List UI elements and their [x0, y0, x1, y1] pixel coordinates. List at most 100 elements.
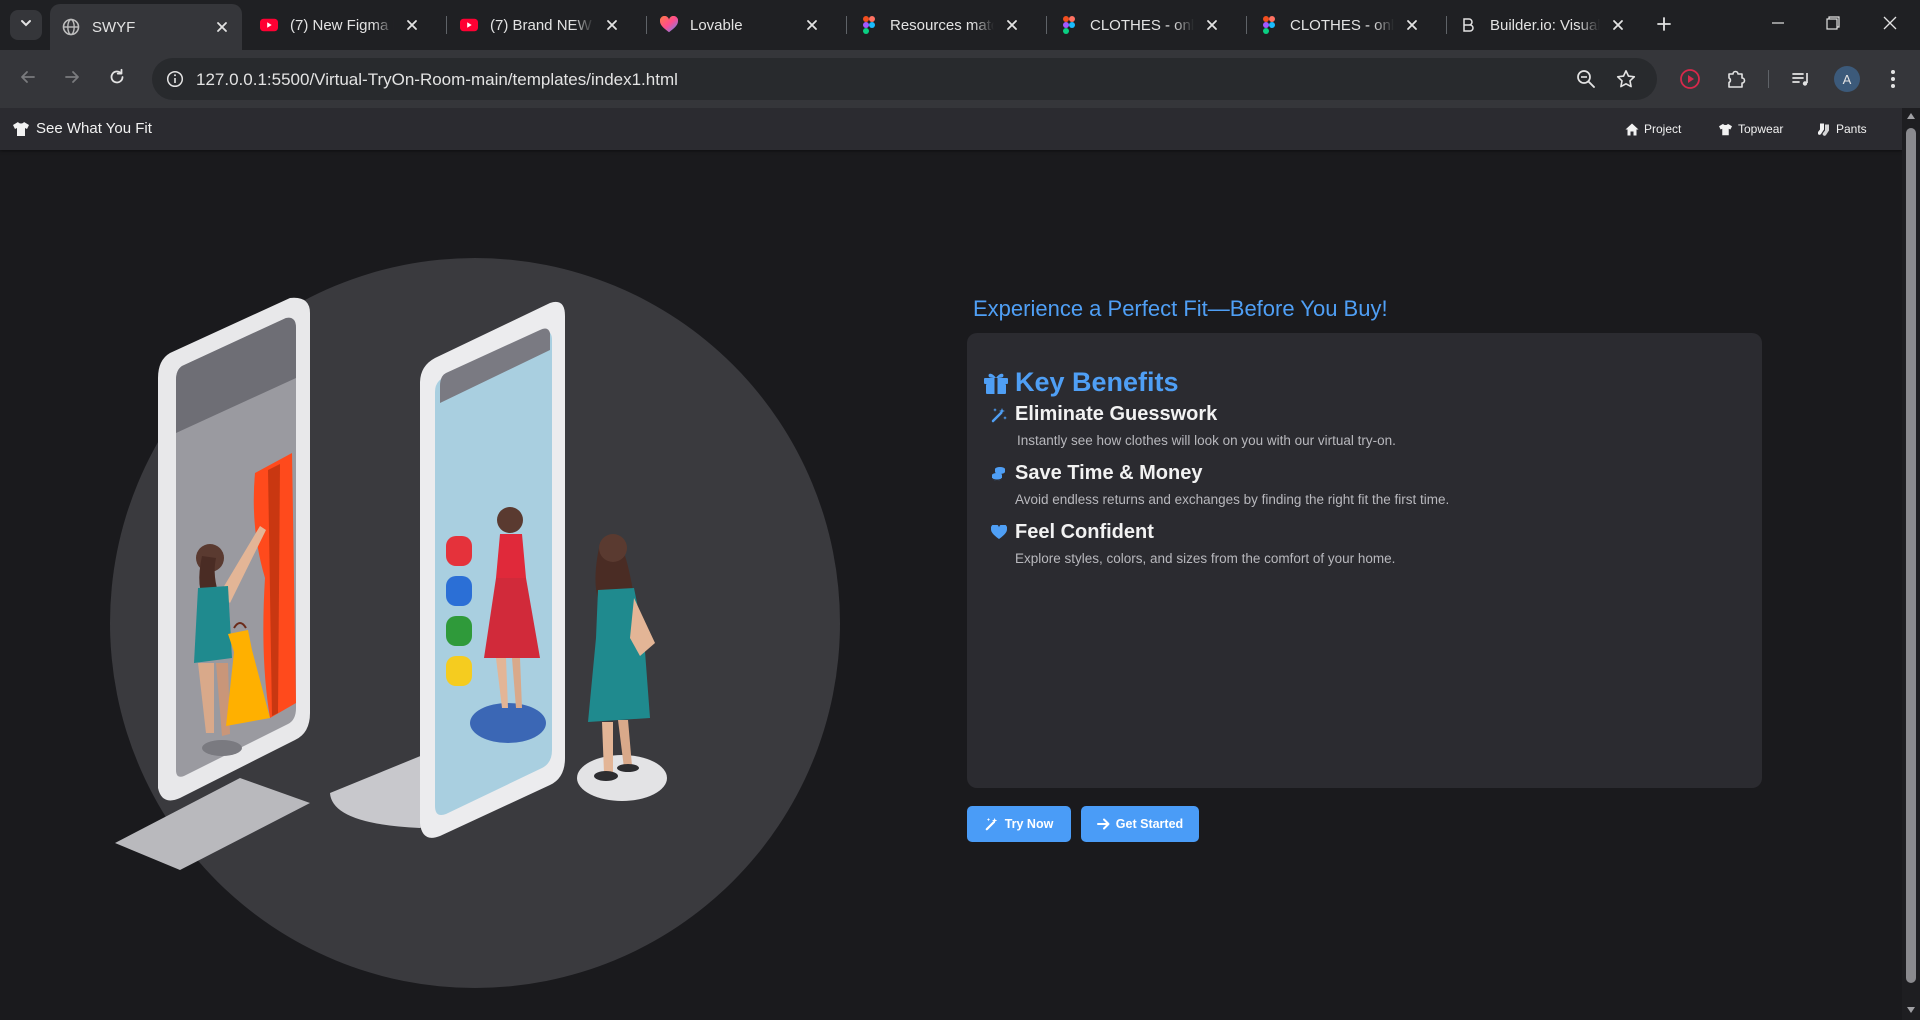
benefit-description: Explore styles, colors, and sizes from t…: [1015, 551, 1396, 566]
nav-link-label: Project: [1644, 122, 1682, 136]
tab-builder-io[interactable]: Builder.io: Visual: [1448, 6, 1638, 44]
benefit-description: Instantly see how clothes will look on y…: [1017, 433, 1396, 448]
gift-icon: [983, 371, 1009, 395]
tshirt-icon: [12, 121, 30, 137]
figma-icon: [1060, 16, 1078, 34]
menu-kebab-icon[interactable]: [1879, 65, 1907, 93]
reload-button[interactable]: [103, 65, 131, 93]
back-button[interactable]: [14, 65, 42, 93]
nav-link-pants[interactable]: Pants: [1818, 122, 1867, 136]
close-icon[interactable]: [602, 15, 622, 35]
try-now-button[interactable]: Try Now: [967, 806, 1071, 842]
benefit-description: Avoid endless returns and exchanges by f…: [1015, 492, 1450, 507]
magic-wand-icon: [991, 407, 1013, 423]
window-close-button[interactable]: [1870, 10, 1910, 40]
tab-search-button[interactable]: [10, 10, 42, 40]
key-benefits-card: Key Benefits Eliminate Guesswork Instant…: [967, 333, 1762, 788]
scrollbar-thumb[interactable]: [1906, 128, 1916, 983]
benefit-item: Eliminate Guesswork Instantly see how cl…: [991, 403, 1396, 448]
builder-icon: [1460, 16, 1478, 34]
tab-separator: [1446, 16, 1447, 34]
tab-title: (7) New Figma Pl: [290, 16, 394, 34]
extensions-puzzle-icon[interactable]: [1722, 65, 1750, 93]
tab-separator: [646, 16, 647, 34]
close-icon[interactable]: [1402, 15, 1422, 35]
tab-separator: [846, 16, 847, 34]
magic-wand-icon: [985, 817, 999, 831]
arrow-right-icon: [63, 68, 81, 91]
nav-link-label: Pants: [1836, 122, 1867, 136]
nav-link-project[interactable]: Project: [1625, 122, 1681, 136]
close-icon[interactable]: [212, 17, 232, 37]
tab-title: CLOTHES - online: [1090, 16, 1194, 34]
youtube-icon: [460, 16, 478, 34]
close-icon[interactable]: [1608, 15, 1628, 35]
key-benefits-heading: Key Benefits: [983, 367, 1179, 398]
restore-icon: [1826, 15, 1840, 35]
nav-link-topwear[interactable]: Topwear: [1718, 122, 1783, 136]
scroll-up-arrow-icon[interactable]: [1906, 111, 1916, 121]
extension-record-icon[interactable]: [1676, 65, 1704, 93]
address-bar[interactable]: 127.0.0.1:5500/Virtual-TryOn-Room-main/t…: [152, 58, 1657, 100]
profile-avatar[interactable]: A: [1834, 66, 1860, 92]
tab-title: Lovable: [690, 16, 743, 34]
hero-tagline: Experience a Perfect Fit—Before You Buy!: [973, 296, 1388, 321]
tab-title: Builder.io: Visual: [1490, 16, 1600, 34]
button-label: Try Now: [1004, 817, 1054, 831]
close-icon[interactable]: [1002, 15, 1022, 35]
zoom-icon[interactable]: [1574, 67, 1598, 91]
benefit-title: Feel Confident: [1015, 521, 1154, 543]
site-info-icon[interactable]: [162, 66, 188, 92]
virtual-fitting-illustration: [110, 258, 840, 988]
tab-clothes-figma-1[interactable]: CLOTHES - online: [1048, 6, 1232, 44]
browser-toolbar: 127.0.0.1:5500/Virtual-TryOn-Room-main/t…: [0, 50, 1920, 108]
close-icon: [1883, 16, 1897, 35]
media-controls-icon[interactable]: [1787, 65, 1815, 93]
tab-swyf[interactable]: SWYF: [50, 4, 242, 50]
tab-separator: [1246, 16, 1247, 34]
tab-lovable[interactable]: Lovable: [648, 6, 832, 44]
close-icon[interactable]: [402, 15, 422, 35]
restore-button[interactable]: [1813, 10, 1853, 40]
button-label: Get Started: [1115, 817, 1184, 831]
youtube-icon: [260, 16, 278, 34]
close-icon[interactable]: [802, 15, 822, 35]
lovable-heart-icon: [660, 16, 678, 34]
socks-icon: [1818, 123, 1831, 136]
benefit-item: Feel Confident Explore styles, colors, a…: [991, 521, 1395, 566]
close-icon[interactable]: [1202, 15, 1222, 35]
plus-icon: [1656, 16, 1672, 37]
benefit-title: Save Time & Money: [1015, 462, 1203, 484]
page-scrollbar[interactable]: [1902, 108, 1920, 1020]
site-navbar: See What You Fit Project Topwear Pants: [0, 108, 1902, 150]
chevron-down-icon: [19, 16, 33, 35]
forward-button[interactable]: [58, 65, 86, 93]
tab-clothes-figma-2[interactable]: CLOTHES - online: [1248, 6, 1432, 44]
minimize-button[interactable]: [1758, 10, 1798, 40]
figma-icon: [860, 16, 878, 34]
scroll-down-arrow-icon[interactable]: [1906, 1005, 1916, 1015]
brand-name: See What You Fit: [36, 120, 152, 137]
bookmark-star-icon[interactable]: [1614, 67, 1638, 91]
tab-title: CLOTHES - online: [1290, 16, 1394, 34]
toolbar-separator: [1768, 70, 1769, 88]
arrow-left-icon: [19, 68, 37, 91]
figma-icon: [1260, 16, 1278, 34]
tab-separator: [446, 16, 447, 34]
tab-resources-figma[interactable]: Resources match: [848, 6, 1032, 44]
tab-title: (7) Brand NEW Lo: [490, 16, 594, 34]
new-tab-button[interactable]: [1650, 12, 1678, 40]
minimize-icon: [1771, 16, 1785, 35]
tab-title: SWYF: [92, 18, 136, 36]
tab-figma-plugin-video[interactable]: (7) New Figma Pl: [248, 6, 432, 44]
tab-separator: [1046, 16, 1047, 34]
get-started-button[interactable]: Get Started: [1081, 806, 1199, 842]
nav-link-label: Topwear: [1738, 122, 1784, 136]
benefit-title: Eliminate Guesswork: [1015, 403, 1218, 425]
coins-icon: [991, 466, 1013, 482]
heart-icon: [991, 525, 1013, 540]
tab-brand-new-video[interactable]: (7) Brand NEW Lo: [448, 6, 632, 44]
tab-title: Resources match: [890, 16, 994, 34]
brand-link[interactable]: See What You Fit: [12, 120, 152, 137]
key-benefits-title: Key Benefits: [1015, 367, 1179, 397]
